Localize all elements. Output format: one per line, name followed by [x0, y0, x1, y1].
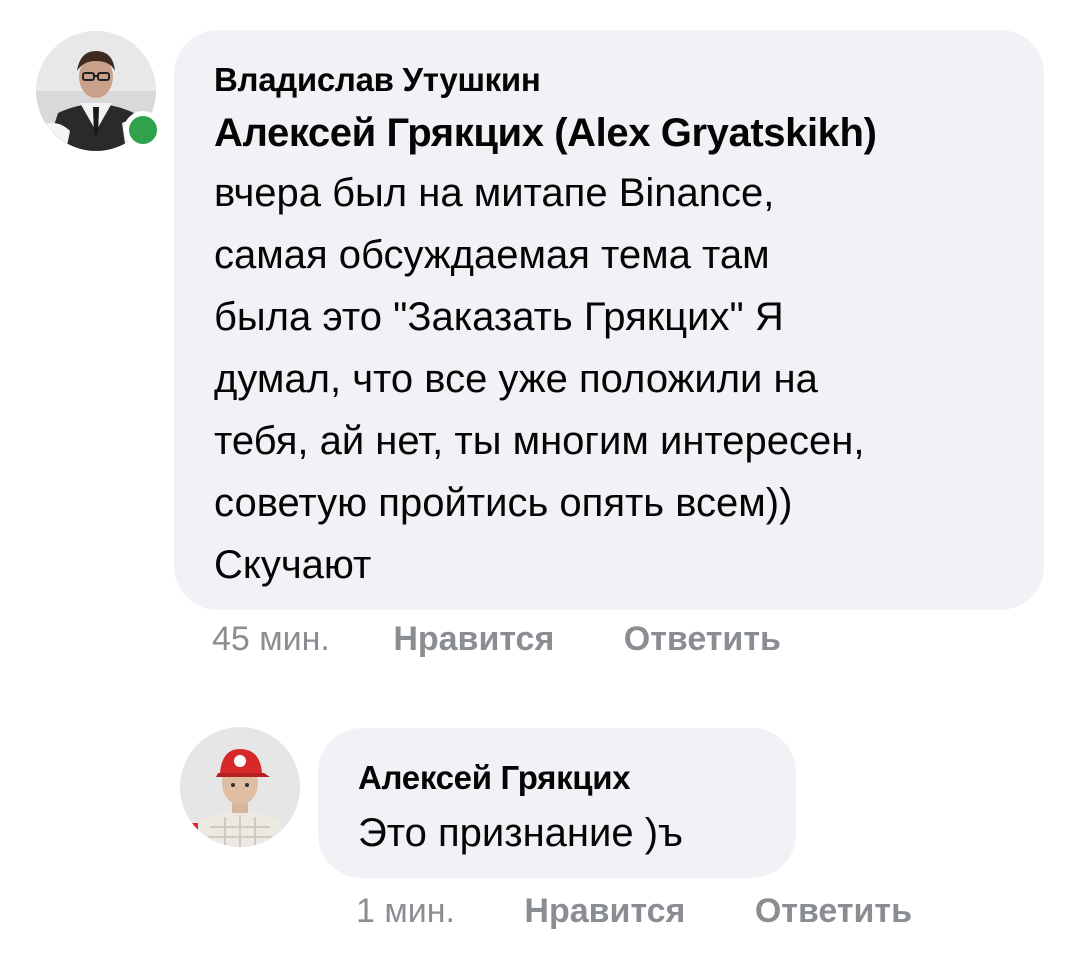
comment-text-line: советую пройтись опять всем)): [214, 481, 793, 525]
mentioned-user-link[interactable]: Алексей Грякцих (Alex Gryatskikh): [214, 104, 1004, 162]
avatar-vladislav[interactable]: [36, 31, 162, 151]
like-button[interactable]: Нравится: [524, 892, 685, 930]
comment-bubble: Владислав Утушкин Алексей Грякцих (Alex …: [174, 30, 1044, 610]
reply-bubble: Алексей Грякцих Это признание )ъ: [318, 728, 796, 878]
reply-button[interactable]: Ответить: [624, 620, 781, 658]
comment-author[interactable]: Владислав Утушкин: [214, 60, 1004, 100]
comment-text-line: Скучают: [214, 543, 372, 587]
comment-meta: 45 мин. Нравится Ответить: [212, 620, 781, 659]
comment-author[interactable]: Алексей Грякцих: [358, 758, 756, 798]
online-status-icon: [124, 111, 162, 149]
comment-timestamp[interactable]: 45 мин.: [212, 620, 330, 658]
comment-text-line: вчера был на митапе Binance,: [214, 171, 775, 215]
like-button[interactable]: Нравится: [393, 620, 554, 658]
reply-meta: 1 мин. Нравится Ответить: [356, 892, 912, 931]
man-in-red-cap-avatar-icon: [180, 727, 300, 847]
reply-button[interactable]: Ответить: [755, 892, 912, 930]
avatar-aleksey[interactable]: [180, 727, 300, 847]
comment-text-line: Это признание )ъ: [358, 811, 684, 855]
comment-text-line: думал, что все уже положили на: [214, 357, 818, 401]
comment-text-line: тебя, ай нет, ты многим интересен,: [214, 419, 865, 463]
comment-text-line: самая обсуждаемая тема там: [214, 233, 770, 277]
comment-timestamp[interactable]: 1 мин.: [356, 892, 455, 930]
comment-text-line: была это "Заказать Грякцих" Я: [214, 295, 784, 339]
